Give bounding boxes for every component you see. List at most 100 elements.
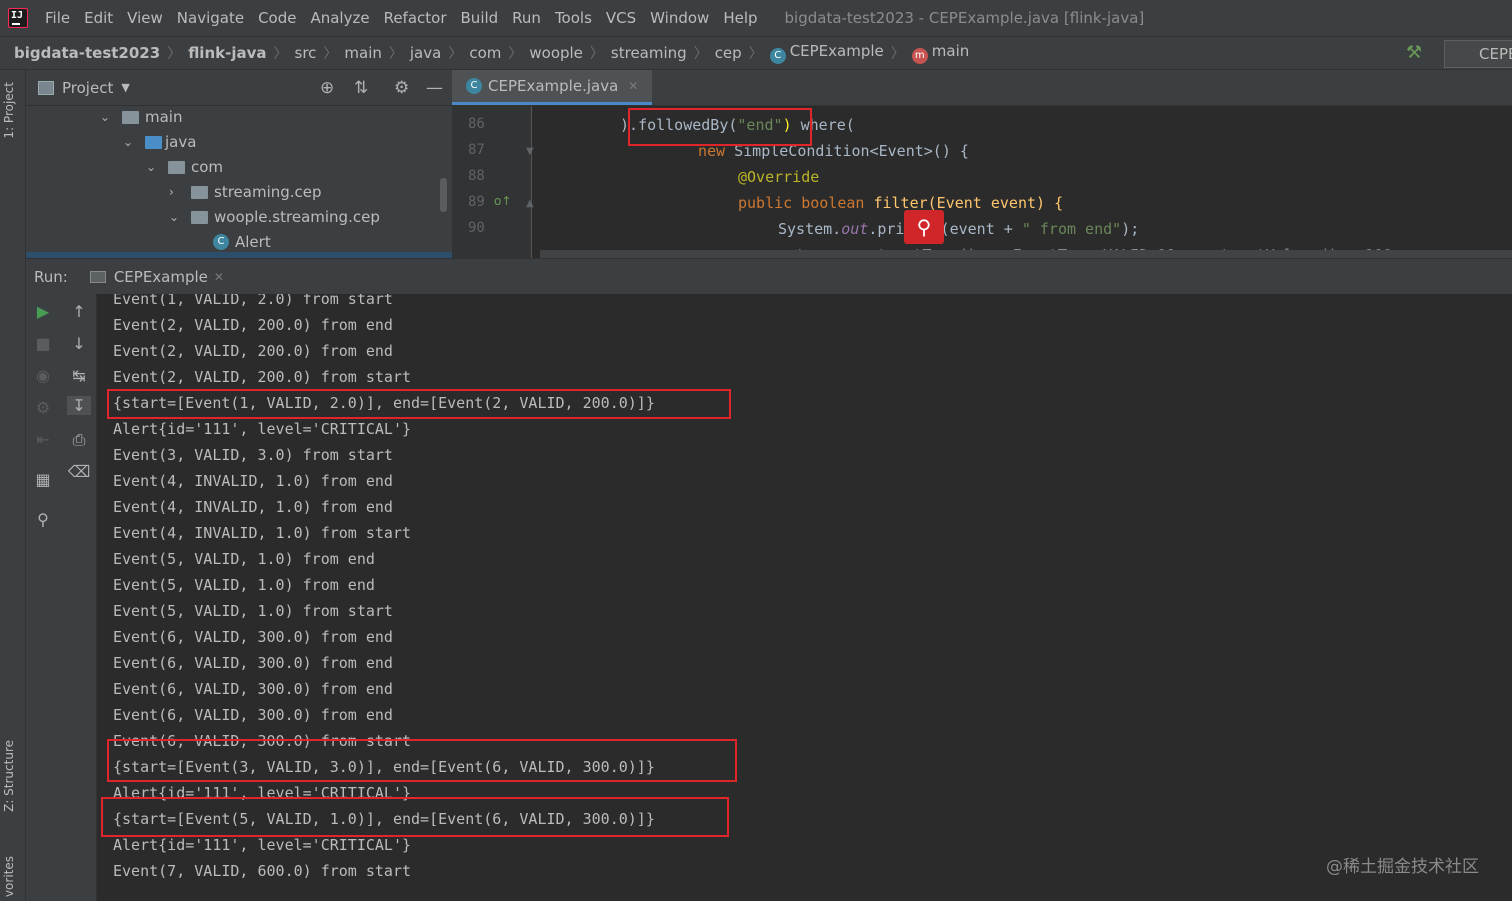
- gear-icon[interactable]: ⚙: [394, 78, 409, 98]
- tree-item-woople-streaming-cep[interactable]: ⌄ woople.streaming.cep: [169, 205, 380, 229]
- trash-icon[interactable]: ⌫: [67, 462, 91, 481]
- menu-vcs[interactable]: VCS: [599, 9, 643, 27]
- run-config-label: CEPE: [1479, 45, 1512, 63]
- minimize-icon[interactable]: —: [426, 78, 443, 98]
- menu-tools[interactable]: Tools: [548, 9, 599, 27]
- menu-refactor[interactable]: Refactor: [377, 9, 454, 27]
- breadcrumb-com[interactable]: com: [465, 44, 505, 62]
- project-panel-title[interactable]: Project: [62, 79, 113, 97]
- tree-item-java[interactable]: ⌄ java: [123, 130, 196, 154]
- run-tab-cepexample[interactable]: CEPExample ✕: [89, 268, 224, 286]
- menu-navigate[interactable]: Navigate: [170, 9, 251, 27]
- arrow-down-icon[interactable]: ↓: [67, 334, 91, 353]
- search-zoom-icon[interactable]: ⚲: [904, 210, 944, 244]
- menu-build[interactable]: Build: [454, 9, 506, 27]
- stop-icon[interactable]: ■: [31, 334, 55, 353]
- print-icon[interactable]: ⎙: [67, 430, 91, 450]
- breadcrumb-project[interactable]: bigdata-test2023: [10, 44, 164, 62]
- breadcrumb-java[interactable]: java: [406, 44, 445, 62]
- code-line-89[interactable]: public boolean filter(Event event) {: [738, 194, 1063, 212]
- breadcrumb-module[interactable]: flink-java: [184, 44, 270, 62]
- breadcrumb-method-label: main: [931, 42, 970, 60]
- code-keyword: public boolean: [738, 194, 874, 212]
- console-line: Event(4, INVALID, 1.0) from start: [113, 524, 412, 542]
- soft-wrap-icon[interactable]: ↹: [67, 366, 91, 385]
- run-config-icon: [89, 270, 106, 283]
- menu-help[interactable]: Help: [716, 9, 764, 27]
- project-panel-header: Project ▼: [26, 70, 452, 106]
- breadcrumb-src[interactable]: src: [291, 44, 321, 62]
- breadcrumb-main[interactable]: main: [340, 44, 385, 62]
- code-line-88[interactable]: @Override: [738, 168, 819, 186]
- menu-run[interactable]: Run: [505, 9, 548, 27]
- collapse-all-icon[interactable]: ⇅: [354, 78, 368, 98]
- fold-marker-icon[interactable]: ▲: [526, 198, 534, 209]
- close-icon[interactable]: ✕: [214, 270, 224, 284]
- console-line: Event(3, VALID, 3.0) from start: [113, 446, 393, 464]
- override-marker-icon[interactable]: o↑: [494, 194, 511, 208]
- code-field: out: [841, 220, 869, 238]
- structure-tool-tab[interactable]: Z: Structure: [2, 740, 16, 812]
- build-hammer-icon[interactable]: ⚒: [1406, 42, 1422, 63]
- fold-marker-icon[interactable]: ▼: [526, 146, 534, 157]
- editor-horizontal-scrollbar[interactable]: [540, 250, 1512, 258]
- menu-edit[interactable]: Edit: [77, 9, 120, 27]
- menu-window[interactable]: Window: [643, 9, 716, 27]
- window-title: bigdata-test2023 - CEPExample.java [flin…: [784, 9, 1145, 27]
- menu-view[interactable]: View: [120, 9, 170, 27]
- chevron-right-icon: 〉: [388, 46, 403, 62]
- menu-code[interactable]: Code: [251, 9, 303, 27]
- console-line: Event(2, VALID, 200.0) from end: [113, 316, 393, 334]
- project-tool-tab[interactable]: 1: Project: [2, 82, 16, 139]
- dropdown-arrow-icon[interactable]: ▼: [121, 81, 129, 94]
- tree-scrollbar[interactable]: [440, 178, 447, 212]
- code-token: System.: [778, 220, 842, 238]
- tree-item-label: main: [145, 108, 183, 126]
- settings-icon[interactable]: ⚙: [31, 398, 55, 417]
- favorites-tool-tab[interactable]: vorites: [2, 856, 16, 897]
- chevron-down-icon: ⌄: [100, 110, 111, 124]
- pin-icon[interactable]: ⚲: [31, 510, 55, 529]
- tree-item-label: Alert: [235, 233, 271, 251]
- line-gutter: 86 87 88 89 90 o↑ ▼ ▲: [452, 106, 534, 258]
- layout-icon[interactable]: ▦: [31, 470, 55, 489]
- chevron-right-icon: 〉: [508, 46, 523, 62]
- chevron-right-icon: 〉: [323, 46, 338, 62]
- breadcrumb: bigdata-test2023 〉 flink-java 〉 src 〉 main 〉…: [0, 36, 1512, 70]
- package-icon: [191, 210, 208, 224]
- tree-item-label: streaming.cep: [214, 183, 322, 201]
- code-line-90[interactable]: System.out.println(event + " from end");: [778, 220, 1139, 238]
- tree-item-main[interactable]: ⌄ main: [100, 105, 182, 129]
- chevron-right-icon: 〉: [693, 46, 708, 62]
- exit-icon[interactable]: ⇤: [31, 430, 55, 449]
- tree-item-alert[interactable]: C Alert: [213, 230, 271, 254]
- breadcrumb-class[interactable]: C CEPExample: [766, 42, 888, 64]
- console-line: Event(6, VALID, 300.0) from end: [113, 706, 393, 724]
- folder-icon: [122, 110, 139, 124]
- package-icon: [168, 160, 185, 174]
- breadcrumb-cep[interactable]: cep: [711, 44, 746, 62]
- tree-item-streaming-cep[interactable]: › streaming.cep: [169, 180, 322, 204]
- chevron-down-icon: ⌄: [123, 135, 134, 149]
- console-line: Event(6, VALID, 300.0) from end: [113, 628, 393, 646]
- chevron-right-icon: 〉: [589, 46, 604, 62]
- breadcrumb-streaming[interactable]: streaming: [607, 44, 691, 62]
- line-number: 88: [468, 168, 485, 184]
- menu-analyze[interactable]: Analyze: [303, 9, 376, 27]
- chevron-right-icon: 〉: [748, 46, 763, 62]
- scroll-to-end-icon[interactable]: ↧: [67, 396, 91, 415]
- breadcrumb-method[interactable]: m main: [908, 42, 973, 64]
- editor-tab-cepexample[interactable]: C CEPExample.java ✕: [452, 70, 653, 105]
- arrow-up-icon[interactable]: ↑: [67, 302, 91, 321]
- run-config-selector[interactable]: CEPE: [1444, 40, 1512, 68]
- close-icon[interactable]: ✕: [628, 79, 638, 93]
- camera-icon[interactable]: ◉: [31, 366, 55, 385]
- run-panel-header: Run: CEPExample ✕: [26, 258, 1512, 294]
- highlight-box-match-3: [101, 797, 729, 837]
- menu-file[interactable]: File: [38, 9, 77, 27]
- tree-item-com[interactable]: ⌄ com: [146, 155, 223, 179]
- locate-target-icon[interactable]: ⊕: [320, 78, 334, 98]
- highlight-box-match-1: [107, 389, 731, 419]
- breadcrumb-woople[interactable]: woople: [525, 44, 587, 62]
- rerun-icon[interactable]: ▶: [31, 302, 55, 321]
